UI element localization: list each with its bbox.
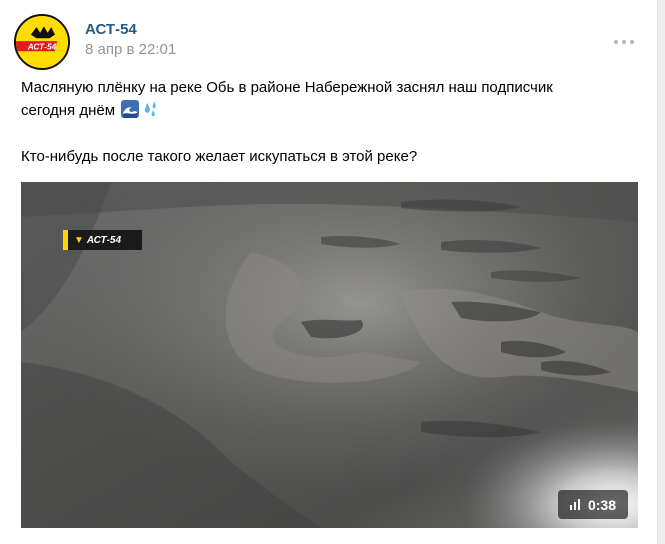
ast54-logo-icon: АСТ-54 (16, 16, 68, 68)
post-date[interactable]: 8 апр в 22:01 (85, 41, 176, 59)
post-text-line: Масляную плёнку на реке Обь в районе Наб… (21, 79, 553, 96)
dot (622, 40, 626, 44)
post-card: АСТ-54 АСТ-54 8 апр в 22:01 Масляную плё… (0, 0, 658, 544)
post-text-fragment: сегодня днём (21, 102, 116, 119)
wave-icon (121, 100, 140, 118)
author-avatar[interactable]: АСТ-54 (14, 14, 70, 70)
three-dots-icon (614, 40, 618, 44)
author-name-link[interactable]: АСТ-54 (85, 21, 137, 39)
sweat-droplets-icon (144, 101, 157, 117)
post-text-line: сегодня днём (21, 99, 641, 122)
video-watermark: ▼ АСТ-54 (63, 230, 142, 250)
signal-bar (573, 502, 576, 510)
watermark-bar (63, 230, 68, 250)
svg-text:АСТ-54: АСТ-54 (27, 41, 57, 51)
dot (630, 40, 634, 44)
signal-bars-icon (569, 499, 580, 510)
post-text-line: Кто-нибудь после такого желает искупатьс… (21, 148, 418, 165)
more-options-button[interactable] (612, 36, 636, 48)
video-duration-badge: 0:38 (558, 490, 628, 519)
watermark-logo-icon: ▼ (74, 234, 84, 246)
signal-bar (569, 505, 572, 510)
signal-bar (577, 499, 580, 510)
post-text: Масляную плёнку на реке Обь в районе Наб… (21, 76, 641, 168)
video-duration: 0:38 (587, 496, 617, 513)
watermark-text: АСТ-54 (86, 234, 122, 246)
video-player[interactable]: ▼ АСТ-54 0:38 (21, 182, 638, 528)
